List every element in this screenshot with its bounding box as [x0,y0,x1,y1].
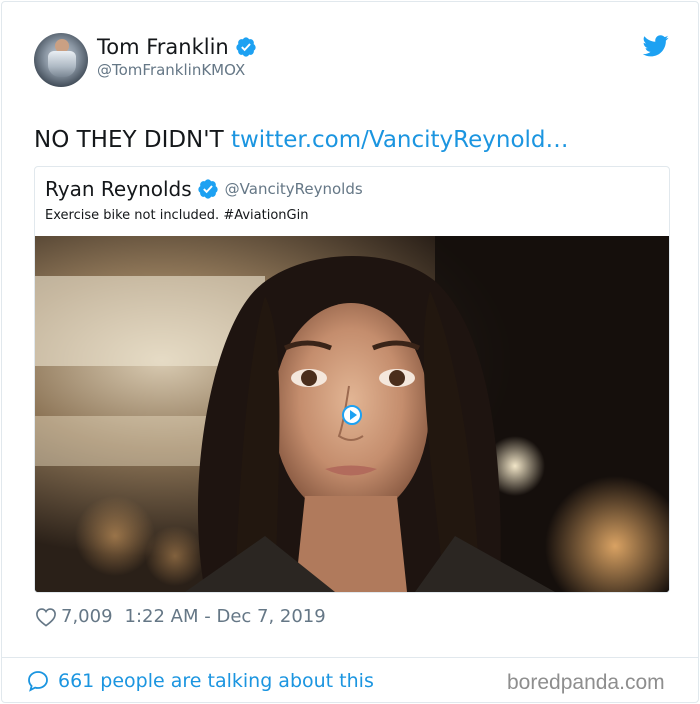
quoted-tweet[interactable]: Ryan Reynolds @VancityReynolds Exercise … [34,166,670,593]
watermark: boredpanda.com [507,671,665,694]
author-avatar[interactable] [34,33,88,87]
heart-icon[interactable] [35,607,57,627]
video-player[interactable] [35,236,669,592]
verified-badge-icon [236,37,256,57]
twitter-bird-icon[interactable] [643,35,669,57]
conversation-label[interactable]: 661 people are talking about this [58,670,374,692]
avatar-trophy [48,51,76,77]
quoted-display-name[interactable]: Ryan Reynolds [45,176,192,202]
quoted-text: Exercise bike not included. #AviationGin [45,208,309,223]
speech-bubble-icon [28,671,48,692]
tweet-meta: 7,009 1:22 AM - Dec 7, 2019 [35,606,326,627]
play-icon[interactable] [342,405,362,425]
conversation-link[interactable]: 661 people are talking about this [26,669,374,693]
tweet-card: Tom Franklin @TomFranklinKMOX NO THEY DI… [1,1,699,703]
divider [2,657,698,658]
author-name-row: Tom Franklin [97,34,257,60]
quoted-handle[interactable]: @VancityReynolds [225,180,363,198]
author-display-name[interactable]: Tom Franklin [97,34,229,60]
like-count[interactable]: 7,009 [61,606,113,627]
timestamp[interactable]: 1:22 AM - Dec 7, 2019 [125,606,326,627]
tweet-text: NO THEY DIDN'T twitter.com/VancityReynol… [34,124,569,156]
tweet-body: NO THEY DIDN'T [34,127,224,153]
verified-badge-icon [198,179,218,199]
author-handle[interactable]: @TomFranklinKMOX [97,61,245,79]
quoted-author-row: Ryan Reynolds @VancityReynolds [45,176,363,202]
tweet-link[interactable]: twitter.com/VancityReynold… [231,127,569,153]
